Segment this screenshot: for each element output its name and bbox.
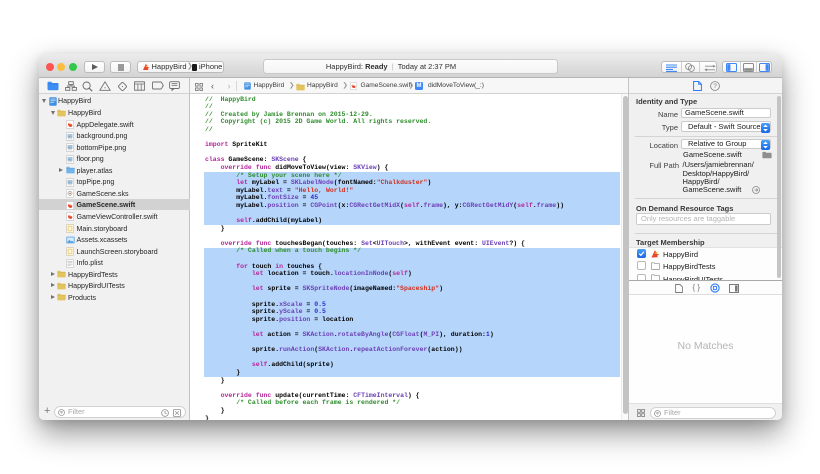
svg-text:?: ?: [713, 83, 717, 90]
